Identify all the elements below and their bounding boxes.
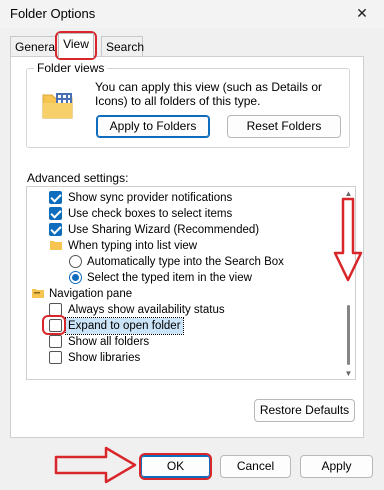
folder-icon xyxy=(50,241,62,250)
down-arrow-icon xyxy=(333,197,363,282)
navigation-pane-label: Navigation pane xyxy=(49,288,133,300)
select-typed-item-label[interactable]: Select the typed item in the view xyxy=(87,270,252,286)
tab-search[interactable]: Search xyxy=(101,36,144,58)
right-arrow-icon xyxy=(54,446,137,484)
folder-views-description: You can apply this view (such as Details… xyxy=(95,80,323,108)
checkbox-use-check-boxes[interactable] xyxy=(49,207,62,220)
show-sync-notifications-label[interactable]: Show sync provider notifications xyxy=(68,190,232,206)
scroll-thumb[interactable] xyxy=(347,305,350,365)
tab-general[interactable]: General xyxy=(10,36,58,58)
show-availability-label[interactable]: Always show availability status xyxy=(68,302,225,318)
cancel-button[interactable]: Cancel xyxy=(220,455,291,478)
expand-to-open-folder-label[interactable]: Expand to open folder xyxy=(65,317,184,335)
radio-select-typed-item[interactable] xyxy=(69,271,82,284)
checkbox-show-all-folders[interactable] xyxy=(49,335,62,348)
apply-to-folders-button[interactable]: Apply to Folders xyxy=(96,115,210,138)
reset-folders-button[interactable]: Reset Folders xyxy=(227,115,341,138)
ok-button[interactable]: OK xyxy=(140,455,211,478)
scroll-down-icon[interactable]: ▼ xyxy=(341,367,355,379)
folder-views-label: Folder views xyxy=(34,61,108,75)
radio-auto-type-search[interactable] xyxy=(69,255,82,268)
close-icon[interactable]: ✕ xyxy=(344,0,380,28)
advanced-settings-label: Advanced settings: xyxy=(27,171,129,185)
show-libraries-label[interactable]: Show libraries xyxy=(68,350,140,366)
checkbox-expand-to-open-folder[interactable] xyxy=(49,319,62,332)
typing-into-list-view-label: When typing into list view xyxy=(68,240,198,252)
tab-view[interactable]: View xyxy=(58,33,94,58)
use-sharing-wizard-label[interactable]: Use Sharing Wizard (Recommended) xyxy=(68,222,259,238)
checkbox-show-libraries[interactable] xyxy=(49,351,62,364)
checkbox-show-availability[interactable] xyxy=(49,303,62,316)
checkbox-show-sync-notifications[interactable] xyxy=(49,191,62,204)
advanced-settings-list[interactable]: Show sync provider notifications Use che… xyxy=(26,186,356,380)
restore-defaults-button[interactable]: Restore Defaults xyxy=(254,399,355,422)
apply-button[interactable]: Apply xyxy=(300,455,373,478)
checkbox-use-sharing-wizard[interactable] xyxy=(49,223,62,236)
show-all-folders-label[interactable]: Show all folders xyxy=(68,334,149,350)
folder-view-icon xyxy=(42,93,73,119)
auto-type-search-label[interactable]: Automatically type into the Search Box xyxy=(87,254,284,270)
title-bar: Folder Options ✕ xyxy=(0,0,384,28)
navigation-pane-icon xyxy=(32,289,44,298)
window-title: Folder Options xyxy=(10,6,96,21)
use-check-boxes-label[interactable]: Use check boxes to select items xyxy=(68,206,232,222)
